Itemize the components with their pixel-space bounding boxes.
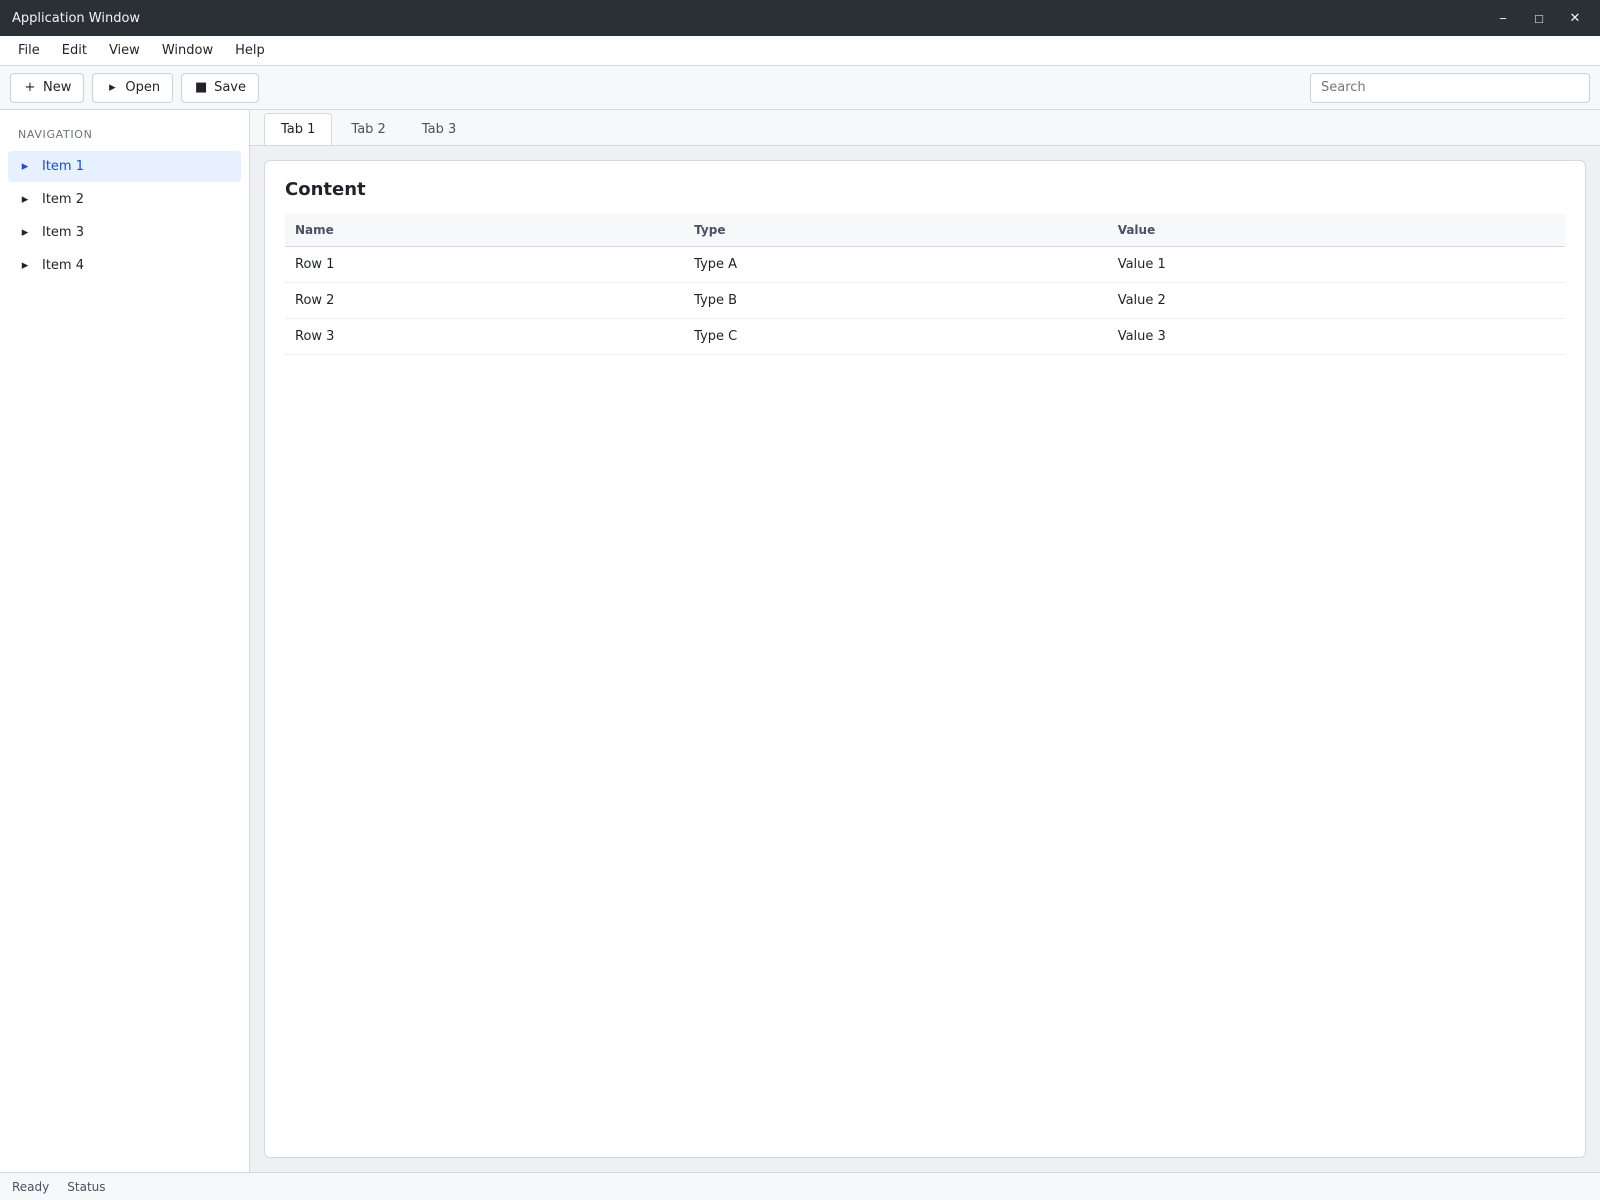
- menu-view[interactable]: View: [99, 39, 150, 62]
- table-cell: Row 3: [285, 318, 685, 355]
- status-bar: Ready Status: [0, 1172, 1600, 1200]
- title-bar: Application Window − □ ✕: [0, 0, 1600, 36]
- table-cell: Value 1: [1107, 246, 1565, 283]
- sidebar-item-label: Item 2: [42, 192, 84, 207]
- tab-bar: Tab 1 Tab 2 Tab 3: [250, 110, 1600, 146]
- save-label: Save: [214, 80, 247, 95]
- maximize-icon: □: [1535, 10, 1543, 26]
- tab-2[interactable]: Tab 2: [334, 113, 402, 145]
- content: Tab 1 Tab 2 Tab 3 Content Name Type Valu…: [250, 110, 1600, 1172]
- sidebar-item-4[interactable]: ▸ Item 4: [8, 250, 241, 281]
- sidebar-item-label: Item 3: [42, 225, 84, 240]
- sidebar-heading: Navigation: [18, 128, 93, 141]
- table-row[interactable]: Row 2 Type B Value 2: [285, 282, 1565, 319]
- table-row[interactable]: Row 3 Type C Value 3: [285, 318, 1565, 355]
- sidebar-item-label: Item 4: [42, 258, 84, 273]
- table-cell: Row 1: [285, 246, 685, 283]
- panel-heading: Content: [285, 179, 366, 200]
- window-title: Application Window: [12, 10, 141, 26]
- status-text: Ready: [12, 1179, 50, 1194]
- table-header-row: Name Type Value: [285, 214, 1565, 247]
- column-header[interactable]: Value: [1107, 214, 1565, 247]
- menu-window[interactable]: Window: [152, 39, 223, 62]
- close-button[interactable]: ✕: [1562, 7, 1588, 29]
- main-area: Navigation ▸ Item 1 ▸ Item 2 ▸ Item 3 ▸ Item…: [0, 110, 1600, 1172]
- tab-3[interactable]: Tab 3: [405, 113, 473, 145]
- sidebar-item-2[interactable]: ▸ Item 2: [8, 184, 241, 215]
- column-header[interactable]: Type: [684, 214, 1108, 247]
- folder-icon: ▸: [21, 192, 29, 207]
- status-text-secondary: Status: [67, 1179, 106, 1194]
- open-button[interactable]: ▸ Open: [92, 72, 174, 103]
- toolbar: + New ▸ Open ■ Save: [0, 66, 1600, 110]
- search-input[interactable]: [1310, 72, 1590, 103]
- menu-bar: File Edit View Window Help: [0, 36, 1600, 66]
- folder-icon: ▸: [21, 225, 29, 240]
- column-header[interactable]: Name: [285, 214, 685, 247]
- sidebar-item-1[interactable]: ▸ Item 1: [8, 151, 241, 182]
- table-cell: Row 2: [285, 282, 685, 319]
- save-button[interactable]: ■ Save: [181, 72, 260, 103]
- folder-icon: ▸: [21, 258, 29, 273]
- new-label: New: [43, 80, 72, 95]
- plus-icon: +: [24, 80, 36, 95]
- minimize-button[interactable]: −: [1490, 7, 1516, 29]
- folder-icon: ▸: [109, 80, 116, 95]
- table-cell: Value 3: [1107, 318, 1565, 355]
- table-row[interactable]: Row 1 Type A Value 1: [285, 246, 1565, 283]
- save-icon: ■: [194, 80, 208, 95]
- content-panel: Content Name Type Value Row 1 Type A Val…: [264, 160, 1586, 1158]
- table-cell: Type A: [684, 246, 1108, 283]
- maximize-button[interactable]: □: [1526, 7, 1552, 29]
- table-cell: Value 2: [1107, 282, 1565, 319]
- table-cell: Type B: [684, 282, 1108, 319]
- sidebar: Navigation ▸ Item 1 ▸ Item 2 ▸ Item 3 ▸ Item…: [0, 110, 250, 1172]
- menu-edit[interactable]: Edit: [52, 39, 97, 62]
- close-icon: ✕: [1569, 10, 1581, 25]
- menu-file[interactable]: File: [8, 39, 50, 62]
- sidebar-item-3[interactable]: ▸ Item 3: [8, 217, 241, 248]
- tab-1[interactable]: Tab 1: [264, 113, 333, 145]
- folder-icon: ▸: [21, 159, 29, 174]
- minimize-icon: −: [1499, 10, 1507, 26]
- open-label: Open: [125, 80, 161, 95]
- menu-help[interactable]: Help: [225, 39, 275, 62]
- data-table: Name Type Value Row 1 Type A Value 1 Row…: [285, 214, 1565, 355]
- sidebar-item-label: Item 1: [42, 159, 84, 174]
- table-cell: Type C: [684, 318, 1108, 355]
- new-button[interactable]: + New: [10, 72, 85, 103]
